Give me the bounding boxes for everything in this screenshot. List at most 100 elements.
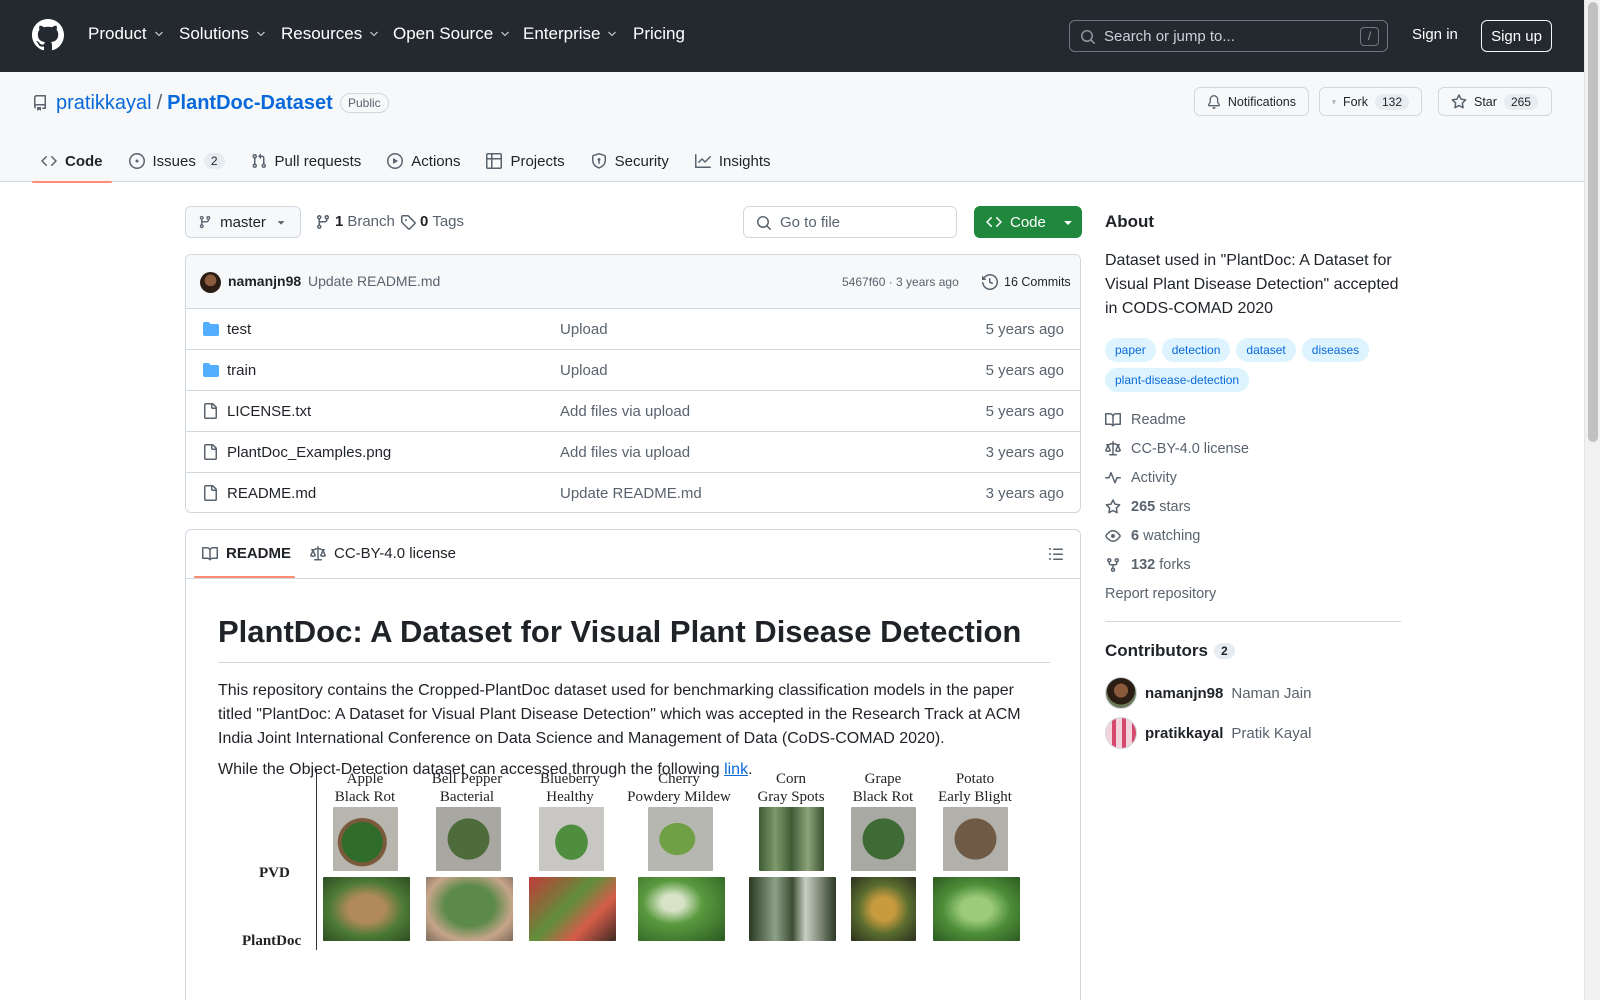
tab-insights[interactable]: Insights xyxy=(686,141,780,181)
page-scrollbar[interactable] xyxy=(1584,0,1600,1000)
code-dropdown-button[interactable]: Code xyxy=(974,206,1082,238)
file-name-link[interactable]: train xyxy=(227,362,256,379)
commits-history-link[interactable]: 16 Commits xyxy=(974,269,1079,295)
nav-enterprise[interactable]: Enterprise xyxy=(523,24,618,44)
stars-link[interactable]: 265 stars xyxy=(1105,499,1191,515)
eye-icon xyxy=(1105,530,1121,542)
law-icon xyxy=(1105,441,1121,456)
file-commit-message[interactable]: Add files via upload xyxy=(560,403,690,420)
avatar[interactable] xyxy=(200,272,221,293)
sidebar-divider xyxy=(1105,621,1401,622)
activity-link[interactable]: Activity xyxy=(1105,470,1177,486)
figure-column: Blueberry Healthy xyxy=(540,771,600,805)
sign-up-button[interactable]: Sign up xyxy=(1481,20,1552,52)
license-link[interactable]: CC-BY-4.0 license xyxy=(1105,441,1249,457)
leaf-image xyxy=(759,807,824,871)
global-header: Product Solutions Resources Open Source … xyxy=(0,0,1584,72)
nav-open-source[interactable]: Open Source xyxy=(393,24,511,44)
branches-link[interactable]: 1 Branch xyxy=(315,213,395,230)
topic-tag[interactable]: dataset xyxy=(1236,338,1296,362)
nav-product[interactable]: Product xyxy=(88,24,165,44)
graph-icon xyxy=(694,154,711,168)
search-icon xyxy=(757,216,771,230)
list-unordered-icon[interactable] xyxy=(1048,546,1064,562)
branch-icon xyxy=(199,215,211,229)
fork-button[interactable]: Fork 132 xyxy=(1319,87,1422,116)
tab-issues[interactable]: Issues 2 xyxy=(120,141,234,181)
repo-name-link[interactable]: PlantDoc-Dataset xyxy=(167,92,333,115)
repo-tabs: Code Issues 2 Pull requests Actions Proj… xyxy=(32,141,788,183)
shield-icon xyxy=(591,153,606,169)
notifications-button[interactable]: Notifications xyxy=(1194,87,1309,116)
topic-tag[interactable]: diseases xyxy=(1301,338,1370,362)
history-icon xyxy=(982,274,998,290)
commit-message-link[interactable]: Update README.md xyxy=(308,273,440,289)
leaf-image xyxy=(933,877,1020,941)
pull-request-icon xyxy=(252,153,266,169)
file-name-link[interactable]: README.md xyxy=(227,485,316,502)
branch-selector[interactable]: master xyxy=(185,206,301,238)
readme-link[interactable]: Readme xyxy=(1105,412,1186,428)
file-age: 3 years ago xyxy=(985,485,1064,502)
file-list: namanjn98 Update README.md 5467f60 · 3 y… xyxy=(185,254,1081,513)
fork-icon xyxy=(1107,558,1119,573)
commit-hash-time[interactable]: 5467f60 · 3 years ago xyxy=(842,275,959,289)
star-button[interactable]: Star 265 xyxy=(1438,87,1552,116)
report-repository-link[interactable]: Report repository xyxy=(1105,586,1216,602)
readme-title: PlantDoc: A Dataset for Visual Plant Dis… xyxy=(218,614,1050,663)
github-logo-icon[interactable] xyxy=(32,19,64,51)
tab-projects[interactable]: Projects xyxy=(477,141,573,181)
tags-link[interactable]: 0 Tags xyxy=(400,213,464,230)
file-age: 3 years ago xyxy=(985,444,1064,461)
readme-panel: README CC-BY-4.0 license PlantDoc: A Dat… xyxy=(185,529,1081,1000)
tag-icon xyxy=(401,214,416,230)
about-heading: About xyxy=(1105,212,1155,231)
file-row[interactable]: LICENSE.txt Add files via upload 5 years… xyxy=(186,391,1080,432)
file-row[interactable]: PlantDoc_Examples.png Add files via uplo… xyxy=(186,432,1080,473)
file-row[interactable]: README.md Update README.md 3 years ago xyxy=(186,473,1080,512)
folder-icon xyxy=(203,363,219,377)
nav-resources[interactable]: Resources xyxy=(281,24,380,44)
file-commit-message[interactable]: Upload xyxy=(560,362,608,379)
watchers-link[interactable]: 6 watching xyxy=(1105,528,1200,544)
tab-readme[interactable]: README xyxy=(202,545,291,562)
file-age: 5 years ago xyxy=(985,362,1064,379)
tab-pull-requests[interactable]: Pull requests xyxy=(242,141,371,181)
forks-link[interactable]: 132 forks xyxy=(1105,557,1191,573)
nav-pricing[interactable]: Pricing xyxy=(633,24,685,44)
tab-actions[interactable]: Actions xyxy=(378,141,469,181)
nav-solutions[interactable]: Solutions xyxy=(179,24,267,44)
tab-code[interactable]: Code xyxy=(32,141,112,183)
tab-security[interactable]: Security xyxy=(582,141,678,181)
file-row[interactable]: test Upload 5 years ago xyxy=(186,309,1080,350)
global-search-input[interactable]: Search or jump to... / xyxy=(1069,20,1388,52)
table-icon xyxy=(486,153,503,169)
contributor-item[interactable]: namanjn98 Naman Jain xyxy=(1105,677,1311,709)
star-icon xyxy=(1451,93,1467,108)
repo-owner-link[interactable]: pratikkayal xyxy=(56,92,152,115)
sign-in-link[interactable]: Sign in xyxy=(1412,26,1458,43)
scrollbar-thumb[interactable] xyxy=(1588,2,1598,442)
file-commit-message[interactable]: Add files via upload xyxy=(560,444,690,461)
leaf-image xyxy=(323,877,410,941)
file-commit-message[interactable]: Update README.md xyxy=(560,485,702,502)
topic-tag[interactable]: plant-disease-detection xyxy=(1105,368,1250,392)
go-to-file-input[interactable]: Go to file xyxy=(743,206,957,238)
leaf-image xyxy=(539,807,604,871)
contributor-item[interactable]: pratikkayal Pratik Kayal xyxy=(1105,717,1311,749)
file-name-link[interactable]: LICENSE.txt xyxy=(227,403,311,420)
fork-icon xyxy=(1332,99,1336,104)
file-commit-message[interactable]: Upload xyxy=(560,321,608,338)
file-name-link[interactable]: test xyxy=(227,321,251,338)
contributors-heading[interactable]: Contributors 2 xyxy=(1105,641,1235,661)
contributor-name: Naman Jain xyxy=(1231,684,1312,702)
contributor-login: pratikkayal xyxy=(1145,724,1224,742)
topic-tag[interactable]: detection xyxy=(1161,338,1231,362)
commit-author-link[interactable]: namanjn98 xyxy=(228,273,301,289)
tab-license[interactable]: CC-BY-4.0 license xyxy=(310,545,456,562)
repo-breadcrumb: pratikkayal / PlantDoc-Dataset xyxy=(56,92,333,115)
star-icon xyxy=(1105,499,1121,514)
file-name-link[interactable]: PlantDoc_Examples.png xyxy=(227,444,391,461)
file-row[interactable]: train Upload 5 years ago xyxy=(186,350,1080,391)
topic-tag[interactable]: paper xyxy=(1105,338,1156,362)
